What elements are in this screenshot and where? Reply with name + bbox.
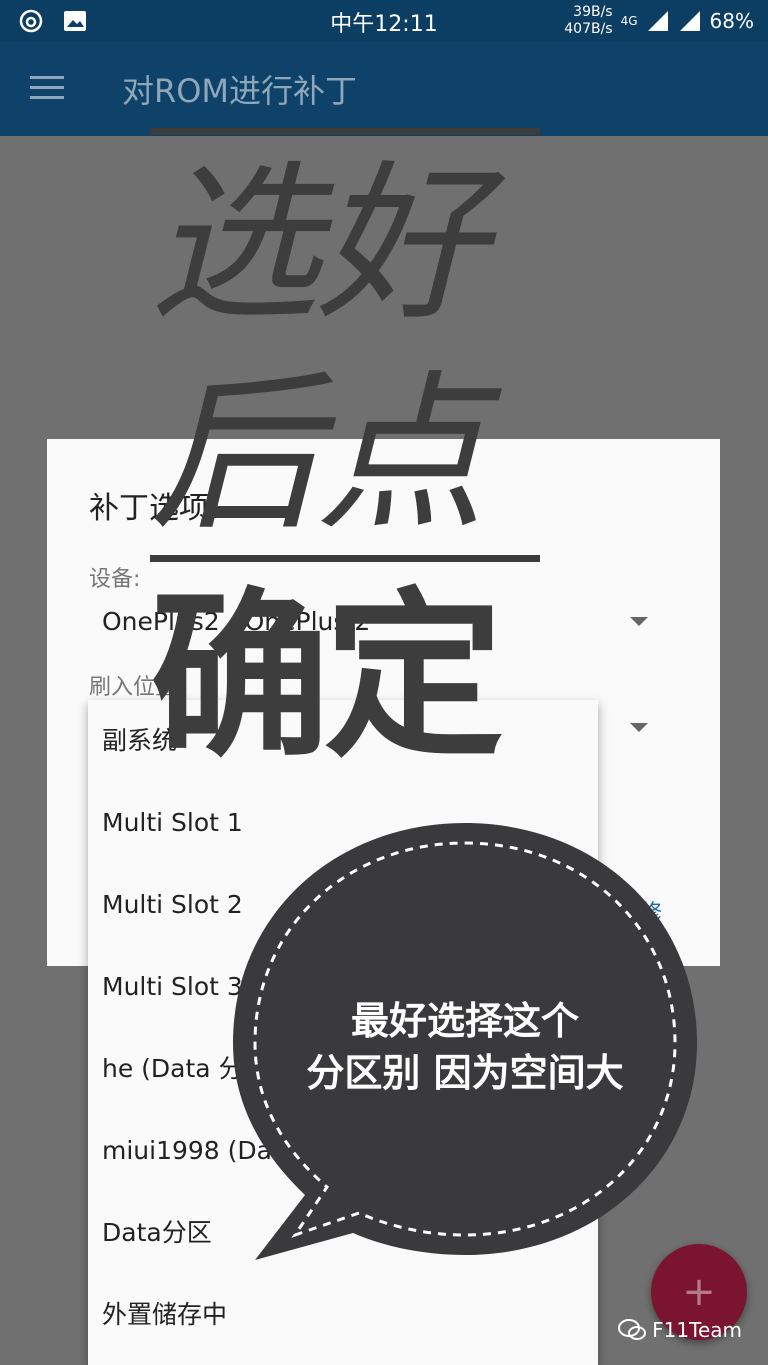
page-title: 对ROM进行补丁 (122, 72, 358, 110)
bubble-line2: 分区别 因为空间大 (306, 1051, 624, 1095)
device-label: 设备: (89, 567, 141, 592)
status-bar: 中午12:11 39B/s 407B/s 4G 68% (0, 0, 768, 42)
app-bar: 对ROM进行补丁 (0, 42, 768, 136)
overlay-text-line3: 确定 (150, 573, 504, 782)
overlay-text-line2: 后点 (150, 356, 486, 554)
overlay-middle-rule (150, 555, 540, 562)
signal-2-icon (679, 11, 700, 31)
download-speed: 407B/s (564, 21, 613, 37)
device-dropdown-arrow-icon[interactable] (630, 617, 648, 626)
signal-icon (647, 11, 668, 31)
overlay-text-line1: 选好 (150, 146, 486, 344)
watermark: F11Team (618, 1318, 742, 1342)
wechat-icon (618, 1319, 647, 1340)
upload-speed: 39B/s (573, 4, 613, 20)
speech-bubble-text: 最好选择这个 分区别 因为空间大 (255, 995, 675, 1099)
battery-level: 68% (709, 9, 754, 33)
hamburger-menu-icon[interactable] (30, 76, 64, 100)
watermark-text: F11Team (652, 1318, 742, 1342)
flash-location-dropdown-arrow-icon[interactable] (630, 723, 648, 732)
network-type-label: 4G (620, 14, 638, 28)
dropdown-item[interactable]: 外置储存中 (88, 1274, 598, 1356)
bubble-line1: 最好选择这个 (350, 999, 579, 1043)
overlay-top-rule (150, 128, 540, 135)
network-speed: 39B/s 407B/s (564, 4, 612, 38)
